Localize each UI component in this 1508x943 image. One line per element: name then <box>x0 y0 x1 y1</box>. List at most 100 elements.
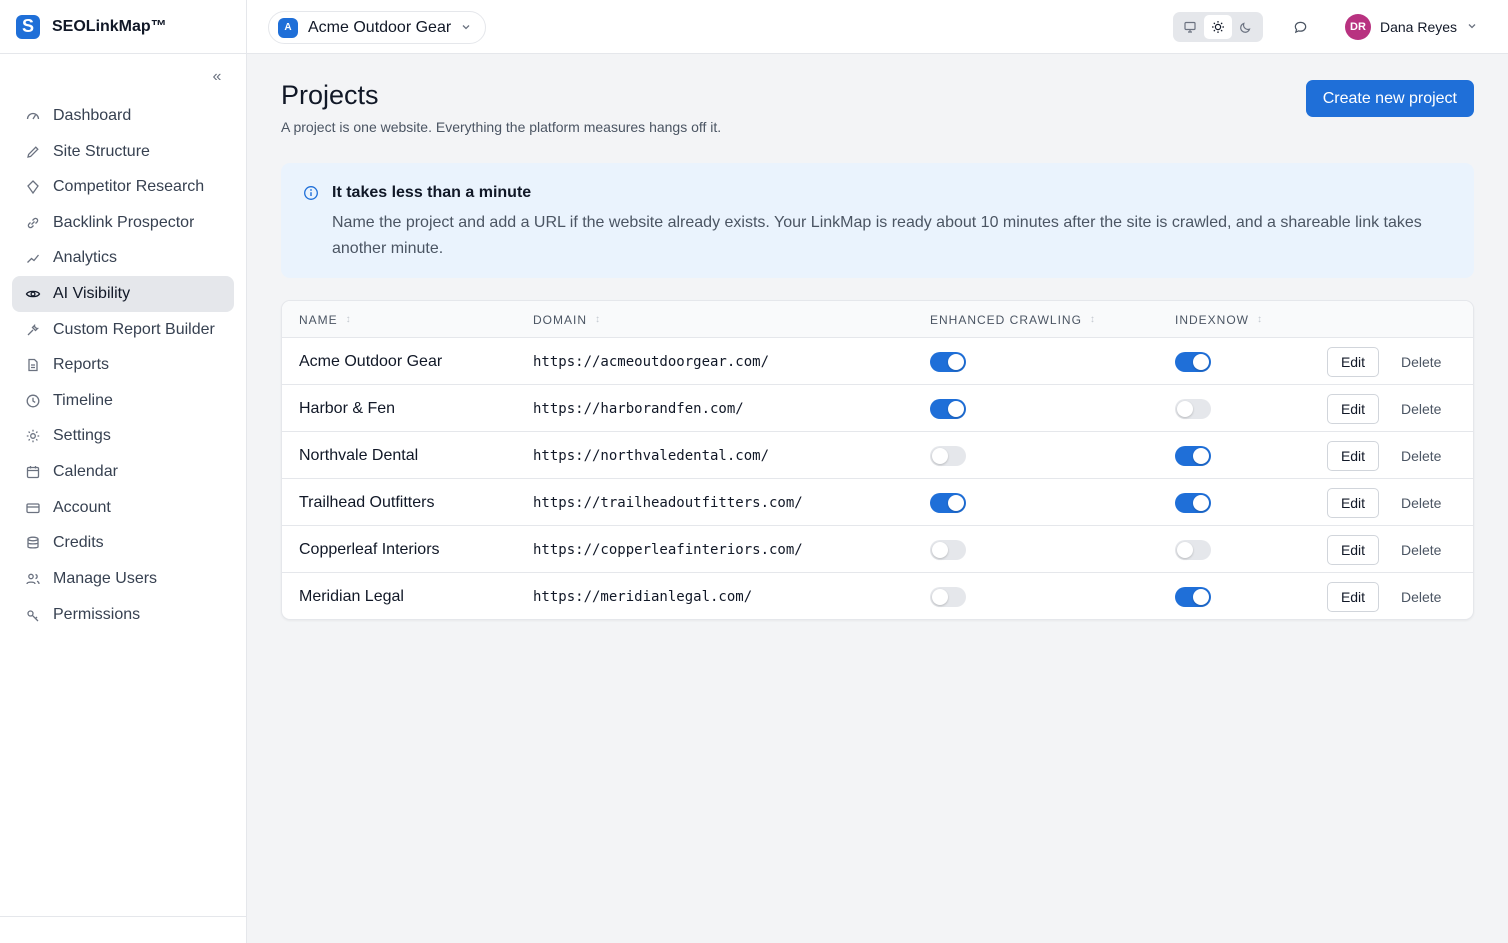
column-header-indexnow[interactable]: INDEXNOW ↕ <box>1175 301 1263 338</box>
delete-button[interactable]: Delete <box>1401 448 1441 464</box>
indexnow-toggle[interactable] <box>1175 445 1211 466</box>
sidebar-item-calendar[interactable]: Calendar <box>12 454 234 490</box>
enhanced-crawling-toggle[interactable] <box>930 398 966 419</box>
theme-light-button[interactable] <box>1204 15 1232 39</box>
indexnow-cell <box>1175 385 1211 432</box>
edit-button[interactable]: Edit <box>1327 393 1379 424</box>
row-actions: Edit Delete <box>1327 526 1441 573</box>
enhanced-crawling-toggle[interactable] <box>930 586 966 607</box>
chat-icon[interactable] <box>1290 17 1310 37</box>
edit-button[interactable]: Edit <box>1327 581 1379 612</box>
toggle-knob <box>948 494 964 511</box>
gear-icon <box>25 428 41 444</box>
project-name: Harbor & Fen <box>299 399 396 417</box>
delete-button[interactable]: Delete <box>1401 589 1441 605</box>
enhanced-crawling-toggle[interactable] <box>930 539 966 560</box>
enhanced-crawling-toggle[interactable] <box>930 445 966 466</box>
column-header-domain[interactable]: DOMAIN ↕ <box>533 301 601 338</box>
table-row: Meridian Legal https://meridianlegal.com/… <box>282 573 1473 619</box>
theme-dark-button[interactable] <box>1232 15 1260 39</box>
indexnow-toggle[interactable] <box>1175 351 1211 372</box>
column-header-name[interactable]: NAME ↕ <box>299 301 352 338</box>
delete-button[interactable]: Delete <box>1401 401 1441 417</box>
enhanced-crawling-cell <box>930 573 966 619</box>
create-project-button[interactable]: Create new project <box>1305 80 1474 117</box>
sidebar-item-label: Site Structure <box>53 142 150 160</box>
sidebar-item-backlink-prospector[interactable]: Backlink Prospector <box>12 205 234 241</box>
sidebar-item-credits[interactable]: Credits <box>12 525 234 561</box>
sidebar-item-manage-users[interactable]: Manage Users <box>12 561 234 597</box>
enhanced-crawling-toggle[interactable] <box>930 492 966 513</box>
edit-button[interactable]: Edit <box>1327 440 1379 471</box>
sidebar-item-label: Custom Report Builder <box>53 320 215 338</box>
indexnow-cell <box>1175 338 1211 385</box>
enhanced-crawling-cell <box>930 385 966 432</box>
monitor-icon <box>1184 21 1196 33</box>
sidebar-item-dashboard[interactable]: Dashboard <box>12 98 234 134</box>
sidebar-item-permissions[interactable]: Permissions <box>12 597 234 633</box>
brand-logo-icon: S <box>16 14 40 39</box>
users-icon <box>25 571 41 587</box>
info-callout: It takes less than a minute Name the pro… <box>281 163 1474 278</box>
chevron-down-icon <box>461 21 471 35</box>
sidebar-nav: Dashboard Site Structure Competitor Resear… <box>12 98 234 632</box>
sidebar-item-label: Manage Users <box>53 569 158 587</box>
sidebar-item-timeline[interactable]: Timeline <box>12 383 234 419</box>
sidebar-item-label: Permissions <box>53 605 141 623</box>
delete-button[interactable]: Delete <box>1401 542 1441 558</box>
project-domain: https://meridianlegal.com/ <box>533 588 753 605</box>
sun-icon <box>1212 21 1224 33</box>
indexnow-toggle[interactable] <box>1175 398 1211 419</box>
project-switcher[interactable]: A Acme Outdoor Gear <box>268 11 487 44</box>
sidebar-item-settings[interactable]: Settings <box>12 418 234 454</box>
sidebar-item-label: Analytics <box>53 249 118 267</box>
sidebar-item-reports[interactable]: Reports <box>12 347 234 383</box>
sidebar-item-ai-visibility[interactable]: AI Visibility <box>12 276 234 313</box>
delete-button[interactable]: Delete <box>1401 495 1441 511</box>
avatar: DR <box>1345 14 1371 40</box>
sidebar: S SEOLinkMap™ « Dashboard Site Structure C… <box>0 0 247 943</box>
edit-button[interactable]: Edit <box>1327 487 1379 518</box>
sidebar-item-label: Calendar <box>53 463 118 481</box>
theme-system-button[interactable] <box>1176 15 1204 39</box>
project-domain: https://northvaledental.com/ <box>533 447 770 464</box>
table-row: Acme Outdoor Gear https://acmeoutdoorgear… <box>282 338 1473 385</box>
collapse-sidebar-icon[interactable]: « <box>208 68 226 86</box>
delete-button[interactable]: Delete <box>1401 354 1441 370</box>
project-switcher-label: Acme Outdoor Gear <box>308 18 452 36</box>
toggle-knob <box>932 541 948 558</box>
enhanced-crawling-cell <box>930 479 966 526</box>
sidebar-item-site-structure[interactable]: Site Structure <box>12 134 234 170</box>
tool-icon <box>25 322 41 338</box>
edit-button[interactable]: Edit <box>1327 346 1379 377</box>
indexnow-cell <box>1175 479 1211 526</box>
sidebar-item-account[interactable]: Account <box>12 490 234 526</box>
sidebar-footer-divider <box>0 916 246 917</box>
sidebar-item-custom-report-builder[interactable]: Custom Report Builder <box>12 312 234 348</box>
project-avatar: A <box>278 17 298 38</box>
indexnow-toggle[interactable] <box>1175 539 1211 560</box>
project-domain: https://trailheadoutfitters.com/ <box>533 494 803 511</box>
column-header-enhanced-crawling[interactable]: ENHANCED CRAWLING ↕ <box>930 301 1096 338</box>
row-actions: Edit Delete <box>1327 479 1441 526</box>
edit-button[interactable]: Edit <box>1327 534 1379 565</box>
sidebar-item-competitor-research[interactable]: Competitor Research <box>12 169 234 205</box>
brand[interactable]: S SEOLinkMap™ <box>0 0 246 54</box>
project-domain: https://harborandfen.com/ <box>533 400 744 417</box>
sidebar-item-label: Settings <box>53 427 111 445</box>
pencil-icon <box>25 144 41 160</box>
user-menu[interactable]: DR Dana Reyes <box>1345 13 1477 41</box>
toggle-knob <box>932 447 948 464</box>
indexnow-toggle[interactable] <box>1175 586 1211 607</box>
target-icon <box>25 179 41 195</box>
enhanced-crawling-toggle[interactable] <box>930 351 966 372</box>
sidebar-item-analytics[interactable]: Analytics <box>12 240 234 276</box>
info-icon <box>303 185 319 201</box>
indexnow-toggle[interactable] <box>1175 492 1211 513</box>
chevron-down-icon <box>1467 20 1477 34</box>
info-title: It takes less than a minute <box>332 184 532 201</box>
row-actions: Edit Delete <box>1327 338 1441 385</box>
sidebar-item-label: Competitor Research <box>53 178 205 196</box>
indexnow-cell <box>1175 526 1211 573</box>
row-actions: Edit Delete <box>1327 432 1441 479</box>
